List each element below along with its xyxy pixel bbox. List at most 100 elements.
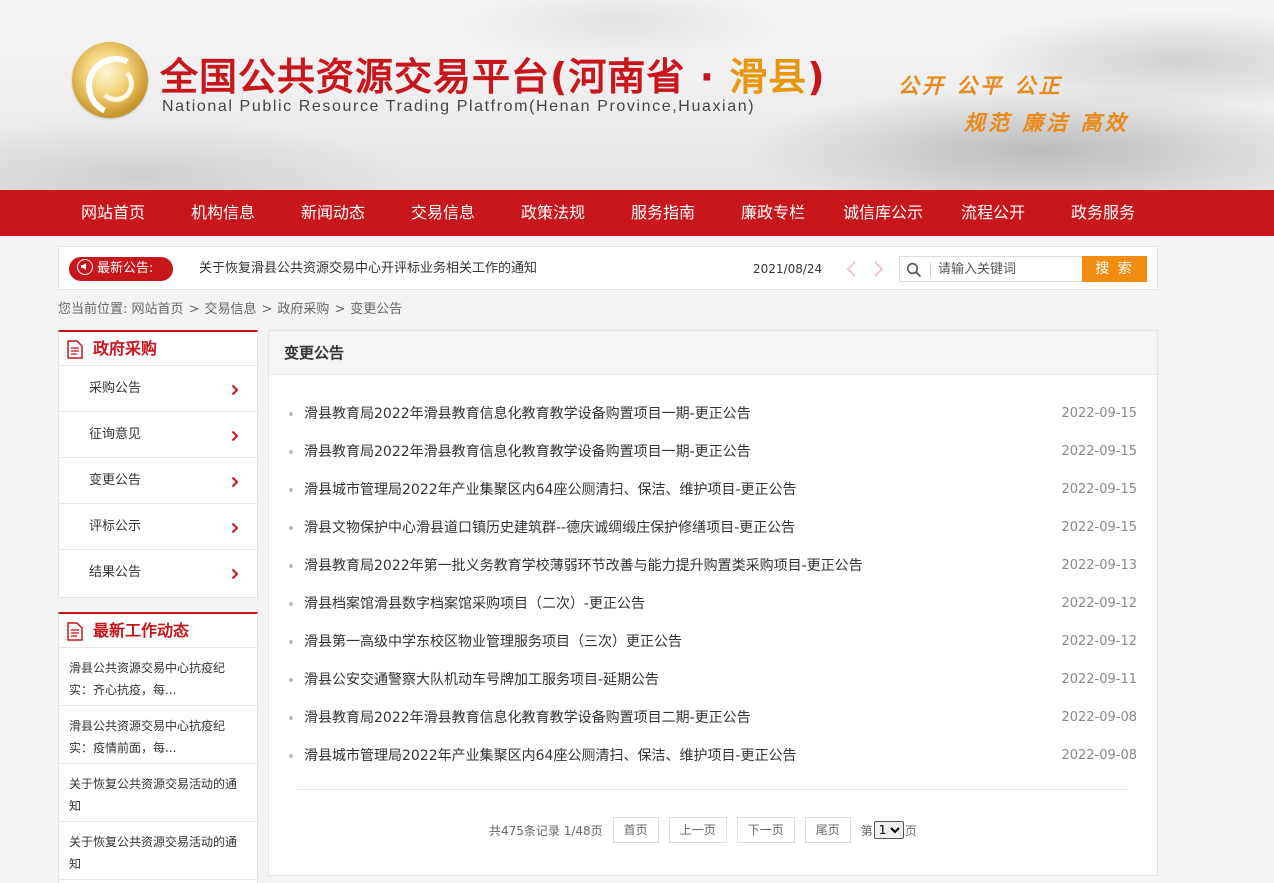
document-icon — [67, 622, 83, 641]
page-prefix: 第 — [860, 823, 873, 838]
page-select[interactable]: 1 — [873, 821, 904, 839]
nav-item-policy[interactable]: 政策法规 — [498, 190, 608, 236]
nav-item-trading-info[interactable]: 交易信息 — [388, 190, 498, 236]
nav-item-news[interactable]: 新闻动态 — [278, 190, 388, 236]
list-item[interactable]: 滑县城市管理局2022年产业集聚区内64座公厕清扫、保洁、维护项目-更正公告 20… — [289, 737, 1137, 775]
sidebar-item-change-notice[interactable]: 变更公告 — [59, 458, 257, 504]
list-item-date: 2022-09-15 — [1061, 482, 1137, 497]
search-box: 搜 索 — [899, 256, 1147, 282]
sidebar-item-label: 变更公告 — [89, 473, 142, 488]
breadcrumb-trading-info[interactable]: 交易信息 — [204, 302, 256, 317]
main-nav: 网站首页 机构信息 新闻动态 交易信息 政策法规 服务指南 廉政专栏 诚信库公示… — [0, 190, 1274, 236]
nav-item-integrity[interactable]: 廉政专栏 — [718, 190, 828, 236]
list-item[interactable]: 滑县文物保护中心滑县道口镇历史建筑群--德庆诚绸缎庄保护修缮项目-更正公告 202… — [289, 509, 1137, 547]
news-item[interactable]: 关于恢复公共资源交易活动的通知 — [59, 822, 257, 880]
list-item[interactable]: 滑县教育局2022年第一批义务教育学校薄弱环节改善与能力提升购置类采购项目-更正… — [289, 547, 1137, 585]
sidebar-item-result[interactable]: 结果公告 — [59, 550, 257, 596]
list-item-date: 2022-09-12 — [1061, 596, 1137, 611]
chevron-right-icon — [231, 568, 239, 580]
news-item[interactable]: 关于恢复公共资源交易活动的通知 — [59, 764, 257, 822]
list-item-title[interactable]: 滑县档案馆滑县数字档案馆采购项目（二次）-更正公告 — [304, 585, 645, 623]
prev-page-button[interactable]: 上一页 — [668, 817, 727, 843]
nav-item-gov-service[interactable]: 政务服务 — [1048, 190, 1158, 236]
notice-badge-label: 最新公告: — [97, 261, 154, 276]
sidebar-item-evaluation[interactable]: 评标公示 — [59, 504, 257, 550]
list-item[interactable]: 滑县档案馆滑县数字档案馆采购项目（二次）-更正公告 2022-09-12 — [289, 585, 1137, 623]
notice-link[interactable]: 关于恢复滑县公共资源交易中心开评标业务相关工作的通知 — [199, 247, 537, 291]
sidebar-item-consultation[interactable]: 征询意见 — [59, 412, 257, 458]
main-content-panel: 变更公告 滑县教育局2022年滑县教育信息化教育教学设备购置项目一期-更正公告 2… — [268, 330, 1158, 876]
search-separator — [930, 263, 931, 277]
list-item-title[interactable]: 滑县公安交通警察大队机动车号牌加工服务项目-延期公告 — [304, 661, 659, 699]
list-item-date: 2022-09-12 — [1061, 634, 1137, 649]
list-item-date: 2022-09-15 — [1061, 444, 1137, 459]
list-divider — [297, 789, 1129, 790]
list-item-title[interactable]: 滑县教育局2022年滑县教育信息化教育教学设备购置项目一期-更正公告 — [304, 433, 751, 471]
breadcrumb-separator: > — [334, 302, 346, 317]
nav-item-service-guide[interactable]: 服务指南 — [608, 190, 718, 236]
list-item-date: 2022-09-13 — [1061, 558, 1137, 573]
list-item-title[interactable]: 滑县第一高级中学东校区物业管理服务项目（三次）更正公告 — [304, 623, 682, 661]
sidebar-category-title: 政府采购 — [93, 339, 158, 358]
sidebar-news-panel: 最新工作动态 滑县公共资源交易中心抗疫纪实：齐心抗疫，每... 滑县公共资源交易… — [58, 612, 258, 883]
page-title: 变更公告 — [269, 331, 1157, 375]
notice-prev-arrow-icon[interactable] — [845, 260, 859, 278]
list-item-title[interactable]: 滑县教育局2022年滑县教育信息化教育教学设备购置项目二期-更正公告 — [304, 699, 751, 737]
list-item-date: 2022-09-08 — [1061, 748, 1137, 763]
search-button[interactable]: 搜 索 — [1082, 256, 1147, 282]
list-item[interactable]: 滑县第一高级中学东校区物业管理服务项目（三次）更正公告 2022-09-12 — [289, 623, 1137, 661]
chevron-right-icon — [231, 476, 239, 488]
nav-item-process[interactable]: 流程公开 — [938, 190, 1048, 236]
list-item-date: 2022-09-08 — [1061, 710, 1137, 725]
bullet-icon — [289, 716, 293, 720]
site-header: 全国公共资源交易平台(河南省 · 滑县) National Public Res… — [0, 0, 1274, 190]
next-page-button[interactable]: 下一页 — [736, 817, 795, 843]
list-item[interactable]: 滑县教育局2022年滑县教育信息化教育教学设备购置项目一期-更正公告 2022-0… — [289, 433, 1137, 471]
page-suffix: 页 — [904, 823, 917, 838]
list-item-title[interactable]: 滑县教育局2022年第一批义务教育学校薄弱环节改善与能力提升购置类采购项目-更正… — [304, 547, 863, 585]
notice-date: 2021/08/24 — [753, 262, 823, 276]
bullet-icon — [289, 754, 293, 758]
pagination: 共475条记录 1/48页 首页 上一页 下一页 尾页 第 1 页 — [489, 817, 917, 843]
list-item-title[interactable]: 滑县教育局2022年滑县教育信息化教育教学设备购置项目一期-更正公告 — [304, 395, 751, 433]
last-page-button[interactable]: 尾页 — [804, 817, 851, 843]
list-item[interactable]: 滑县教育局2022年滑县教育信息化教育教学设备购置项目一期-更正公告 2022-0… — [289, 395, 1137, 433]
sidebar-item-label: 结果公告 — [89, 565, 142, 580]
search-input[interactable] — [938, 259, 1078, 279]
list-item-title[interactable]: 滑县城市管理局2022年产业集聚区内64座公厕清扫、保洁、维护项目-更正公告 — [304, 471, 797, 509]
list-item[interactable]: 滑县教育局2022年滑县教育信息化教育教学设备购置项目二期-更正公告 2022-0… — [289, 699, 1137, 737]
list-item[interactable]: 滑县城市管理局2022年产业集聚区内64座公厕清扫、保洁、维护项目-更正公告 20… — [289, 471, 1137, 509]
nav-item-credit[interactable]: 诚信库公示 — [828, 190, 938, 236]
first-page-button[interactable]: 首页 — [612, 817, 659, 843]
bullet-icon — [289, 564, 293, 568]
document-icon — [67, 340, 83, 359]
breadcrumb-current: 变更公告 — [350, 302, 403, 317]
nav-item-organization[interactable]: 机构信息 — [168, 190, 278, 236]
sidebar-category-header: 政府采购 — [59, 332, 257, 366]
bullet-icon — [289, 488, 293, 492]
site-logo-icon[interactable] — [72, 42, 148, 118]
list-item[interactable]: 滑县公安交通警察大队机动车号牌加工服务项目-延期公告 2022-09-11 — [289, 661, 1137, 699]
list-item-date: 2022-09-11 — [1061, 672, 1137, 687]
bullet-icon — [289, 678, 293, 682]
notice-next-arrow-icon[interactable] — [871, 260, 885, 278]
bullet-icon — [289, 640, 293, 644]
nav-item-home[interactable]: 网站首页 — [58, 190, 168, 236]
list-item-title[interactable]: 滑县文物保护中心滑县道口镇历史建筑群--德庆诚绸缎庄保护修缮项目-更正公告 — [304, 509, 795, 547]
breadcrumb-gov-procurement[interactable]: 政府采购 — [277, 302, 329, 317]
site-title: 全国公共资源交易平台(河南省 · 滑县) — [160, 46, 826, 101]
site-title-main: 全国公共资源交易平台(河南省 · — [160, 55, 730, 99]
sidebar-item-label: 评标公示 — [89, 519, 142, 534]
chevron-right-icon — [231, 430, 239, 442]
breadcrumb-home[interactable]: 网站首页 — [132, 302, 184, 317]
news-item[interactable]: 滑县公共资源交易中心抗疫纪实：齐心抗疫，每... — [59, 648, 257, 706]
speaker-icon — [77, 259, 93, 275]
list-item-date: 2022-09-15 — [1061, 520, 1137, 535]
notice-badge: 最新公告: — [69, 257, 173, 281]
bullet-icon — [289, 526, 293, 530]
site-title-highlight: 滑县 — [729, 55, 808, 99]
news-item[interactable]: 滑县公共资源交易中心抗疫纪实：疫情前面，每... — [59, 706, 257, 764]
pagination-info: 共475条记录 1/48页 — [489, 823, 603, 838]
sidebar-item-procurement-notice[interactable]: 采购公告 — [59, 366, 257, 412]
list-item-title[interactable]: 滑县城市管理局2022年产业集聚区内64座公厕清扫、保洁、维护项目-更正公告 — [304, 737, 797, 775]
